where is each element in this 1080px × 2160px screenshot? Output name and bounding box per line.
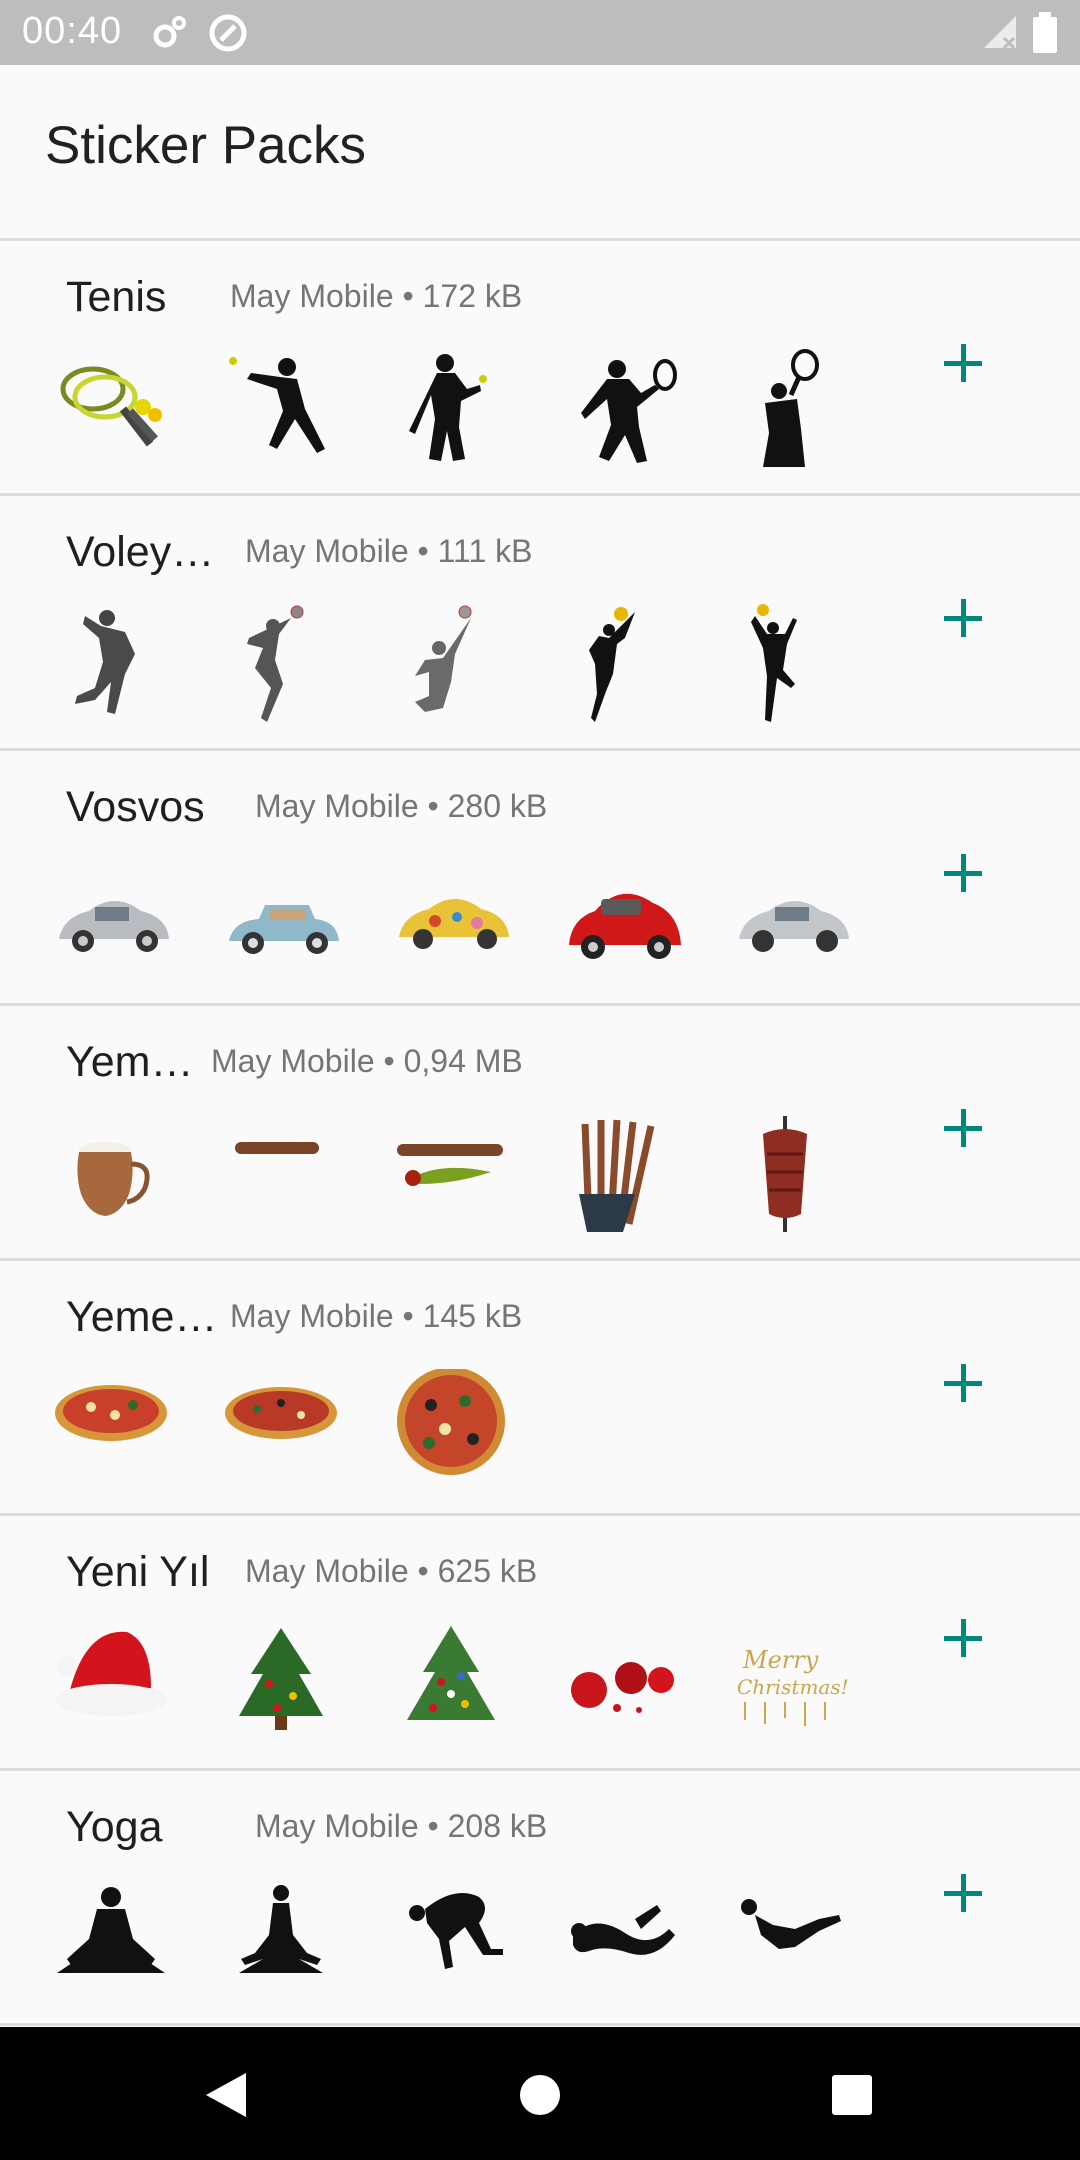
pack-size: 625 kB [437, 1553, 538, 1589]
pack-publisher: May Mobile [255, 1808, 419, 1844]
navigation-bar [0, 2027, 1080, 2160]
signal-icon [980, 12, 1020, 57]
tennis-rackets-sticker [55, 349, 175, 474]
status-time: 00:40 [22, 10, 123, 52]
pack-title: Yeme… [66, 1293, 218, 1341]
yoga-pose-sticker [565, 1879, 685, 2004]
sticker-pack-row[interactable]: Tenis May Mobile • 172 kB [0, 241, 1080, 496]
sticker-pack-row[interactable]: Vosvos May Mobile • 280 kB [0, 751, 1080, 1006]
add-pack-button[interactable] [940, 1098, 1000, 1158]
christmas-tree-sticker [225, 1624, 345, 1749]
tennis-player-sticker [565, 349, 685, 474]
kebab-pepper-sticker [395, 1114, 515, 1239]
svg-text:Christmas!: Christmas! [737, 1675, 849, 1699]
volleyball-player-sticker [565, 604, 685, 729]
sticker-preview-row [55, 1879, 855, 2004]
add-pack-button[interactable] [940, 1863, 1000, 1923]
pizza-round-sticker [395, 1369, 515, 1494]
status-bar: 00:40 [0, 0, 1080, 65]
pack-title: Vosvos [66, 783, 205, 831]
pack-title: Tenis [66, 273, 167, 321]
sticker-preview-row [55, 1114, 855, 1239]
beetle-car-sticker [55, 859, 175, 984]
pack-meta: May Mobile • 172 kB [230, 278, 523, 314]
sticker-pack-list: Tenis May Mobile • 172 kB Voley… May Mob… [0, 241, 1080, 2026]
pack-meta: May Mobile • 280 kB [255, 788, 548, 824]
pack-publisher: May Mobile [255, 788, 419, 824]
beetle-car-sticker [735, 859, 855, 984]
kebab-sticker [225, 1114, 345, 1239]
pack-title: Yeni Yıl [66, 1548, 210, 1596]
add-pack-button[interactable] [940, 1353, 1000, 1413]
settings-notification-icon [150, 12, 190, 57]
battery-icon [1032, 12, 1058, 59]
pack-size: 208 kB [447, 1808, 548, 1844]
sticker-preview-row [55, 604, 855, 729]
back-icon[interactable] [200, 2067, 250, 2128]
pack-publisher: May Mobile [245, 1553, 409, 1589]
yoga-pose-sticker [395, 1879, 515, 2004]
yoga-pose-sticker [55, 1879, 175, 2004]
kebab-skewers-sticker [565, 1114, 685, 1239]
ornaments-sticker [565, 1624, 685, 1749]
beetle-car-sticker [395, 859, 515, 984]
pack-publisher: May Mobile [230, 278, 394, 314]
pack-publisher: May Mobile [230, 1298, 394, 1334]
sticker-pack-row[interactable]: Yem… May Mobile • 0,94 MB [0, 1006, 1080, 1261]
pack-size: 172 kB [422, 278, 523, 314]
pack-title: Yoga [66, 1803, 163, 1851]
tennis-player-sticker [225, 349, 345, 474]
sticker-pack-row[interactable]: Yeme… May Mobile • 145 kB [0, 1261, 1080, 1516]
volleyball-player-sticker [225, 604, 345, 729]
pack-meta: May Mobile • 145 kB [230, 1298, 523, 1334]
volleyball-player-sticker [735, 604, 855, 729]
doner-sticker [735, 1114, 855, 1239]
volleyball-player-sticker [395, 604, 515, 729]
pack-meta: May Mobile • 0,94 MB [211, 1043, 523, 1079]
volleyball-player-sticker [55, 604, 175, 729]
sticker-pack-row[interactable]: Yeni Yıl May Mobile • 625 kB Merry Christ… [0, 1516, 1080, 1771]
merry-christmas-sticker: Merry Christmas! [735, 1624, 855, 1749]
pack-size: 280 kB [447, 788, 548, 824]
pack-title: Yem… [66, 1038, 194, 1086]
sticker-preview-row: Merry Christmas! [55, 1624, 855, 1749]
pizza-flat-sticker [225, 1369, 345, 1494]
home-icon[interactable] [518, 2067, 562, 2128]
pack-meta: May Mobile • 111 kB [245, 533, 533, 569]
pack-meta: May Mobile • 208 kB [255, 1808, 548, 1844]
app-bar: Sticker Packs [0, 65, 1080, 241]
sticker-preview-row [55, 1369, 855, 1494]
sticker-preview-row [55, 349, 855, 474]
ayran-jug-sticker [55, 1114, 175, 1239]
sticker-pack-row[interactable]: Yoga May Mobile • 208 kB [0, 1771, 1080, 2026]
sync-notification-icon [207, 12, 249, 59]
recents-icon[interactable] [828, 2067, 876, 2128]
tennis-player-sticker [735, 349, 855, 474]
pack-publisher: May Mobile [245, 533, 409, 569]
beetle-car-sticker [225, 859, 345, 984]
yoga-pose-sticker [735, 1879, 855, 2004]
add-pack-button[interactable] [940, 843, 1000, 903]
pack-meta: May Mobile • 625 kB [245, 1553, 538, 1589]
santa-hat-sticker [55, 1624, 175, 1749]
page-title: Sticker Packs [45, 116, 367, 175]
pack-size: 145 kB [422, 1298, 523, 1334]
add-pack-button[interactable] [940, 333, 1000, 393]
add-pack-button[interactable] [940, 1608, 1000, 1668]
christmas-tree-sticker [395, 1624, 515, 1749]
tennis-player-sticker [395, 349, 515, 474]
sticker-pack-row[interactable]: Voley… May Mobile • 111 kB [0, 496, 1080, 751]
pack-size: 0,94 MB [403, 1043, 523, 1079]
pack-size: 111 kB [437, 533, 533, 569]
add-pack-button[interactable] [940, 588, 1000, 648]
svg-text:Merry: Merry [742, 1646, 819, 1674]
beetle-car-sticker [565, 859, 685, 984]
pack-publisher: May Mobile [211, 1043, 375, 1079]
yoga-pose-sticker [225, 1879, 345, 2004]
pack-title: Voley… [66, 528, 215, 576]
sticker-preview-row [55, 859, 855, 984]
pizza-slice-sticker [55, 1369, 175, 1494]
